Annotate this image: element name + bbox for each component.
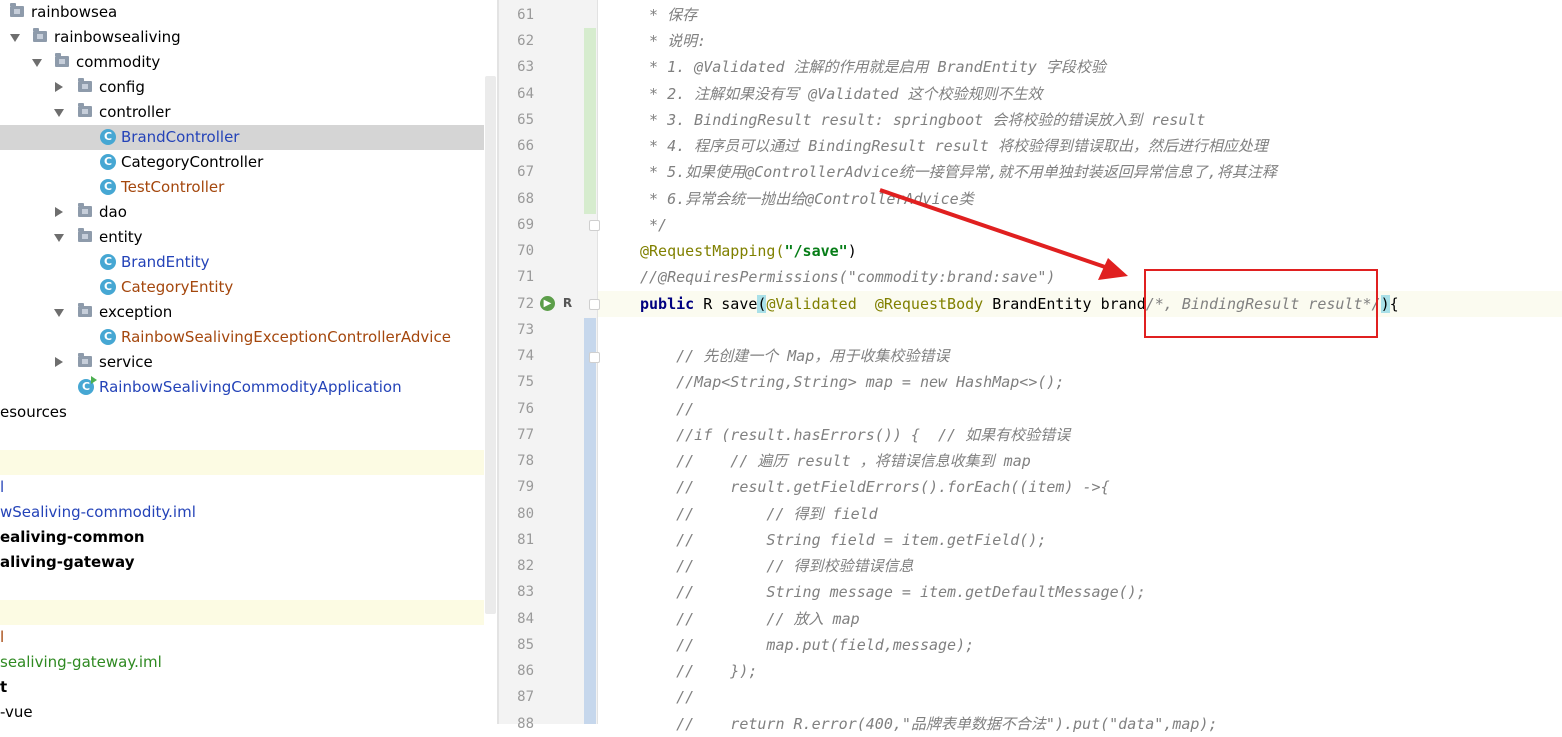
arrow-head (1098, 258, 1128, 280)
annotation-arrow (879, 188, 1128, 280)
annotation-highlight-box (1144, 269, 1378, 338)
arrow-shaft (879, 188, 1109, 270)
